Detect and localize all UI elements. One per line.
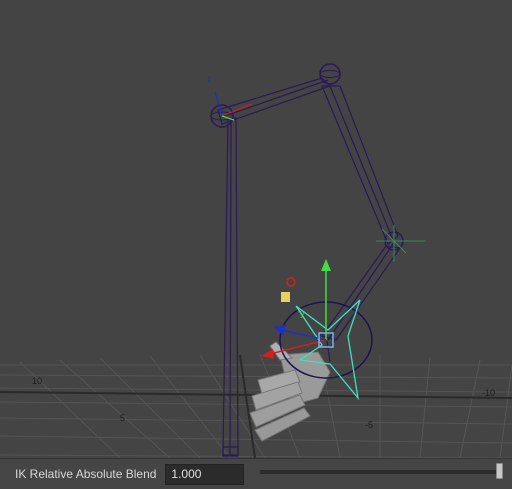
grid-label-neg10: -10 [482, 388, 495, 398]
attribute-bar: IK Relative Absolute Blend 1.000 [0, 458, 512, 489]
scene-canvas[interactable]: 10 5 -5 -10 z y [0, 0, 512, 458]
blend-slider-handle[interactable] [496, 463, 503, 479]
y-axis-arrow-icon[interactable] [321, 259, 331, 271]
attribute-label: IK Relative Absolute Blend [15, 467, 157, 481]
pole-vector-cross[interactable] [376, 225, 426, 262]
elbow-joint-ring [319, 70, 341, 78]
z-axis-arrow-icon[interactable] [273, 325, 286, 335]
translate-manipulator[interactable]: y [261, 259, 334, 359]
shoulder-z-label: z [207, 74, 212, 84]
grid-label-neg5: -5 [365, 420, 373, 430]
blend-value-field[interactable]: 1.000 [165, 463, 245, 485]
blend-slider[interactable] [260, 463, 503, 479]
grid-label-5: 5 [120, 413, 125, 423]
gizmo-y-label: y [300, 308, 305, 318]
plane-handle-icon[interactable] [281, 292, 290, 302]
3d-viewport[interactable]: 10 5 -5 -10 z y [0, 0, 512, 458]
rotate-pivot-icon[interactable] [286, 277, 296, 287]
elbow-joint[interactable] [319, 63, 341, 85]
grid-label-10: 10 [32, 376, 42, 386]
x-axis-arrow-icon[interactable] [261, 349, 274, 359]
hand-mesh[interactable] [249, 341, 331, 442]
grid-axis-line-2 [239, 354, 256, 458]
